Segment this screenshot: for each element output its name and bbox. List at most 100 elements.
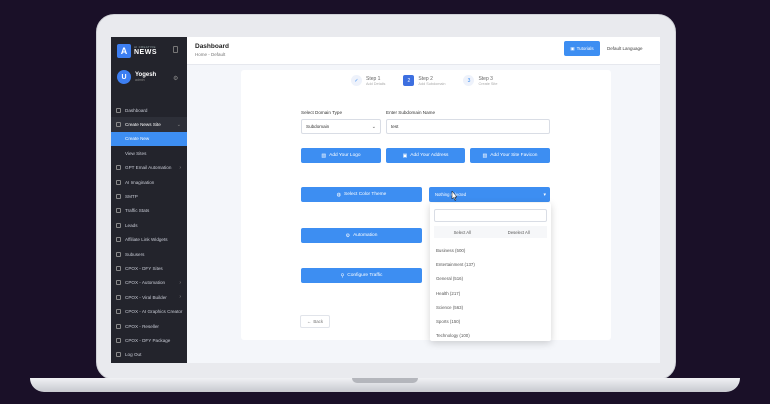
sidebar-item-label: Log Out	[125, 352, 142, 358]
category-option[interactable]: Business (500)	[436, 248, 465, 253]
arrow-left-icon: ←	[306, 319, 312, 324]
menu-item-icon	[116, 251, 121, 257]
video-icon: ▣	[570, 45, 575, 51]
category-option[interactable]: Entertainment (137)	[436, 262, 475, 267]
sidebar-item-label: Leads	[125, 222, 138, 228]
step-1-indicator: ✓	[351, 75, 362, 86]
sidebar-nav: Dashboard Create News Site ⌄ Create New View…	[111, 103, 187, 362]
traffic-icon: ⚲	[340, 272, 345, 279]
back-button[interactable]: ← Back	[300, 315, 330, 328]
sidebar-item-14[interactable]: CPOX - AI Graphics Creator	[111, 304, 187, 318]
menu-item-icon	[116, 222, 121, 228]
category-dropdown[interactable]: Nothing selected ▾	[429, 187, 550, 202]
sidebar-item-0[interactable]: Dashboard	[111, 103, 187, 117]
step-3-subtitle: Create Site	[478, 81, 498, 86]
chevron-down-icon: ▾	[543, 191, 546, 198]
sidebar-item-9[interactable]: Affiliate Link Widgets	[111, 233, 187, 247]
category-option[interactable]: Sports (150)	[436, 319, 460, 324]
wizard-steps: ✓ Step 1 Add Details 2 Step 2 Add Subdom…	[351, 75, 497, 86]
sidebar-item-5[interactable]: AI Imagination	[111, 175, 187, 189]
sidebar-item-label: Affiliate Link Widgets	[125, 237, 168, 243]
menu-item-icon	[116, 309, 121, 315]
menu-item-icon	[116, 179, 121, 185]
sidebar-item-16[interactable]: CPOX - DFY Package	[111, 333, 187, 347]
brand-logo[interactable]: A AI CREATIVE NEWS	[117, 43, 157, 59]
domain-type-label: Select Domain Type	[301, 110, 343, 115]
add-logo-button[interactable]: ▨ Add Your Logo	[301, 148, 381, 163]
breadcrumb: Home - Default	[195, 52, 225, 57]
menu-item-icon	[116, 280, 121, 286]
user-role: admin	[135, 78, 145, 82]
step-2-subtitle: Add Subdomain	[418, 81, 446, 86]
select-all-button[interactable]: Select All	[434, 226, 491, 238]
menu-item-icon	[116, 337, 121, 343]
chevron-right-icon: ›	[179, 279, 181, 286]
menu-item-icon	[116, 165, 121, 171]
step-3: 3 Step 3 Create Site	[463, 75, 497, 86]
user-settings-icon[interactable]: ⚙	[173, 75, 178, 82]
chevron-right-icon: ›	[179, 294, 181, 301]
palette-icon: ◍	[336, 191, 342, 198]
sidebar-item-label: Dashboard	[125, 107, 148, 113]
breadcrumb-current: Default	[211, 52, 226, 57]
step-3-indicator: 3	[463, 75, 475, 86]
add-address-button[interactable]: ▣ Add Your Address	[386, 148, 465, 163]
menu-item-icon	[116, 323, 121, 329]
deselect-all-button[interactable]: Deselect All	[490, 226, 547, 238]
menu-item-icon	[116, 237, 121, 243]
sidebar-item-15[interactable]: CPOX - Reseller	[111, 319, 187, 333]
sidebar-item-1[interactable]: Create News Site ⌄	[111, 117, 187, 132]
language-selector[interactable]: Default Language	[607, 46, 643, 51]
step-2-indicator: 2	[403, 75, 415, 86]
step-2: 2 Step 2 Add Subdomain	[403, 75, 445, 86]
menu-item-icon	[116, 265, 121, 271]
sidebar-subitem-3[interactable]: View Sites	[111, 146, 187, 160]
configure-traffic-button[interactable]: ⚲ Configure Traffic	[301, 268, 422, 283]
sidebar-subitem-2[interactable]: Create New	[111, 131, 187, 147]
step-1: ✓ Step 1 Add Details	[351, 75, 385, 86]
sidebar-item-label: GPT Email Automation	[125, 165, 172, 171]
sidebar-item-label: CPOX - DFY Package	[125, 337, 171, 343]
sidebar: A AI CREATIVE NEWS U Yogesh admin ⚙ Dash…	[111, 37, 187, 363]
category-search-input[interactable]	[434, 209, 547, 222]
category-option[interactable]: Science (563)	[436, 305, 463, 310]
domain-type-select[interactable]: Subdomain ⌄	[301, 119, 381, 134]
app-screen: A AI CREATIVE NEWS U Yogesh admin ⚙ Dash…	[111, 37, 660, 363]
laptop-notch	[352, 378, 418, 383]
sidebar-item-8[interactable]: Leads	[111, 218, 187, 232]
sidebar-item-13[interactable]: CPOX - Viral Builder ›	[111, 290, 187, 304]
category-option[interactable]: Technology (100)	[436, 333, 470, 338]
menu-item-icon	[116, 122, 121, 128]
sidebar-item-6[interactable]: SMTP	[111, 189, 187, 203]
sidebar-item-4[interactable]: GPT Email Automation ›	[111, 161, 187, 175]
sidebar-subitem-label: Create New	[125, 136, 150, 142]
sidebar-item-label: CPOX - AI Graphics Creator	[125, 309, 183, 315]
tutorials-button[interactable]: ▣ Tutorials	[564, 41, 600, 56]
automation-button[interactable]: ⚙ Automation	[301, 228, 422, 243]
robot-icon: ⚙	[345, 232, 351, 239]
select-color-theme-button[interactable]: ◍ Select Color Theme	[301, 187, 422, 202]
address-icon: ▣	[402, 152, 408, 159]
sidebar-item-label: CPOX - Automation	[125, 280, 166, 286]
sidebar-item-11[interactable]: CPOX - DFY Sites	[111, 261, 187, 275]
sidebar-item-12[interactable]: CPOX - Automation ›	[111, 276, 187, 290]
sidebar-item-17[interactable]: Log Out	[111, 348, 187, 362]
sidebar-item-label: CPOX - DFY Sites	[125, 265, 163, 271]
category-option[interactable]: General (516)	[436, 276, 463, 281]
breadcrumb-home[interactable]: Home	[195, 52, 207, 57]
brand-name: NEWS	[134, 49, 157, 56]
sidebar-item-label: CPOX - Reseller	[125, 323, 159, 329]
sidebar-item-label: AI Imagination	[125, 179, 155, 185]
menu-item-icon	[116, 352, 121, 358]
sidebar-item-7[interactable]: Traffic Stats	[111, 204, 187, 218]
sidebar-item-10[interactable]: Subusers	[111, 247, 187, 261]
subdomain-label: Enter Subdomain Name	[386, 110, 436, 115]
sidebar-item-label: Subusers	[125, 251, 145, 257]
menu-item-icon	[116, 107, 121, 113]
sidebar-collapse-icon[interactable]	[173, 46, 178, 53]
add-favicon-button[interactable]: ▨ Add Your Site Favicon	[470, 148, 550, 163]
subdomain-input[interactable]: test	[386, 119, 550, 134]
category-option[interactable]: Health (217)	[436, 291, 460, 296]
sidebar-item-label: Traffic Stats	[125, 208, 150, 214]
user-profile[interactable]: U Yogesh admin	[117, 70, 156, 84]
